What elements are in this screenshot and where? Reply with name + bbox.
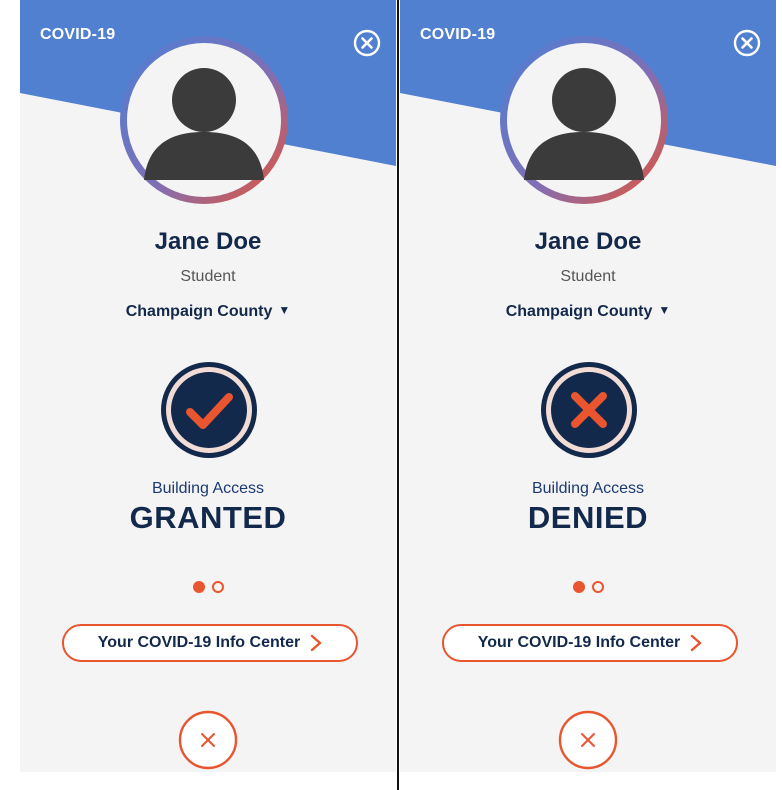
- chevron-right-icon: [310, 634, 322, 652]
- page-dot-active: [193, 581, 205, 593]
- close-circle-icon[interactable]: [732, 28, 762, 58]
- close-x-icon[interactable]: [178, 710, 238, 770]
- user-name: Jane Doe: [534, 228, 642, 255]
- avatar: [120, 36, 288, 204]
- access-screen-denied: COVID-19 Jane Doe Student Champaign Coun…: [400, 0, 776, 772]
- county-selector[interactable]: Champaign County ▼: [400, 303, 776, 321]
- x-badge-icon: [541, 362, 637, 458]
- access-status: GRANTED: [129, 500, 287, 535]
- county-selector[interactable]: Champaign County ▼: [20, 303, 396, 321]
- access-screen-granted: COVID-19 Jane Doe Student Champaign Coun…: [20, 0, 396, 772]
- access-label: Building Access: [531, 480, 645, 497]
- info-center-label: Your COVID-19 Info Center: [477, 634, 681, 651]
- avatar: [500, 36, 668, 204]
- checkmark-badge-icon: [161, 362, 257, 458]
- app-title: COVID-19: [420, 26, 496, 43]
- app-title: COVID-19: [40, 26, 116, 43]
- county-label: Champaign County: [505, 303, 653, 320]
- panel-divider: [397, 0, 399, 790]
- info-center-label: Your COVID-19 Info Center: [97, 634, 301, 651]
- user-name: Jane Doe: [154, 228, 262, 255]
- caret-down-icon: ▼: [278, 303, 291, 317]
- caret-down-icon: ▼: [658, 303, 671, 317]
- close-x-icon[interactable]: [558, 710, 618, 770]
- access-label: Building Access: [151, 480, 265, 497]
- user-role: Student: [180, 268, 236, 285]
- close-circle-icon[interactable]: [352, 28, 382, 58]
- chevron-right-icon: [690, 634, 702, 652]
- county-label: Champaign County: [125, 303, 273, 320]
- page-dot-inactive[interactable]: [212, 581, 224, 593]
- user-role: Student: [560, 268, 616, 285]
- page-dot-inactive[interactable]: [592, 581, 604, 593]
- info-center-button[interactable]: Your COVID-19 Info Center: [442, 624, 738, 662]
- access-status: DENIED: [527, 500, 649, 535]
- info-center-button[interactable]: Your COVID-19 Info Center: [62, 624, 358, 662]
- page-dot-active: [573, 581, 585, 593]
